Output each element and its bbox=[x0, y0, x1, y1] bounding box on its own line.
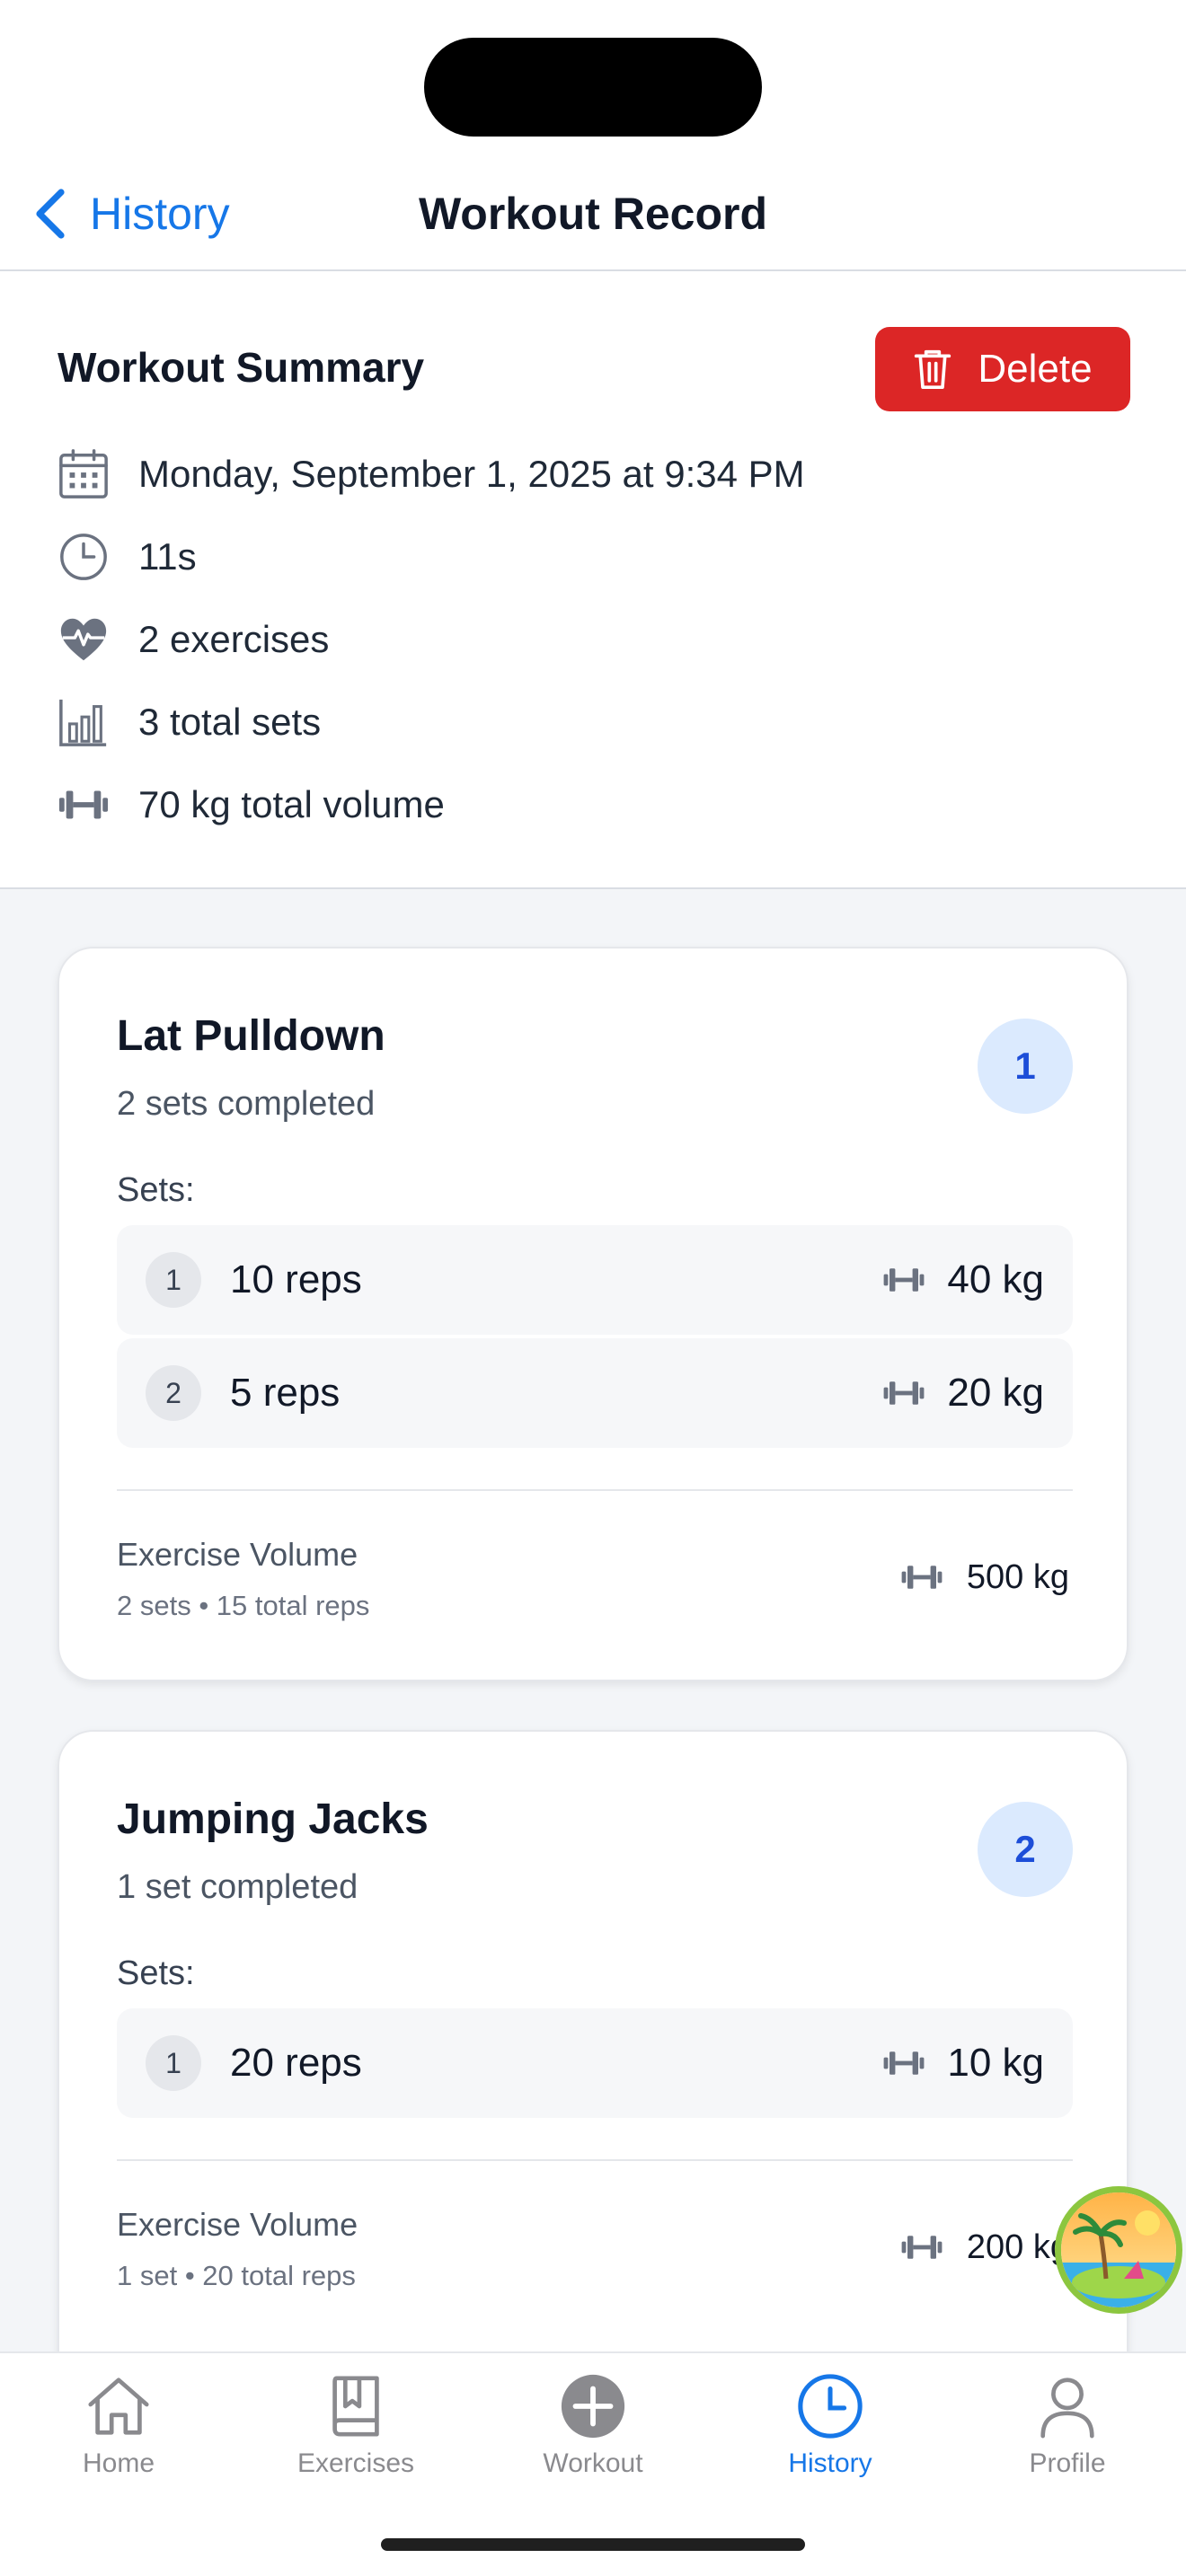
exercise-card[interactable]: Jumping Jacks 1 set completed 2 Sets: 1 … bbox=[58, 1730, 1128, 2351]
set-weight: 20 kg bbox=[882, 1338, 1044, 1448]
set-weight-value: 40 kg bbox=[947, 1257, 1044, 1301]
person-icon bbox=[1040, 2378, 1094, 2439]
dumbbell-icon bbox=[901, 2236, 943, 2259]
summary-volume-row: 70 kg total volume bbox=[58, 778, 445, 832]
tab-label: Home bbox=[82, 2448, 155, 2478]
set-weight-value: 10 kg bbox=[947, 2041, 1044, 2085]
summary-exercises-row: 2 exercises bbox=[58, 613, 329, 666]
exercise-volume-label: Exercise Volume bbox=[117, 1536, 358, 1573]
exercise-card[interactable]: Lat Pulldown 2 sets completed 1 Sets: 1 … bbox=[58, 947, 1128, 1681]
house-icon bbox=[88, 2378, 149, 2435]
summary-total-sets: 3 total sets bbox=[138, 701, 322, 743]
set-row: 1 20 reps 10 kg bbox=[117, 2008, 1073, 2118]
dynamic-island bbox=[424, 38, 762, 137]
calendar-icon bbox=[59, 449, 108, 498]
summary-date: Monday, September 1, 2025 at 9:34 PM bbox=[138, 453, 805, 495]
summary-exercises: 2 exercises bbox=[138, 618, 330, 660]
book-icon bbox=[332, 2376, 379, 2437]
exercise-name: Jumping Jacks bbox=[117, 1795, 429, 1843]
summary-title: Workout Summary bbox=[58, 344, 425, 391]
set-reps: 20 reps bbox=[230, 2041, 362, 2085]
set-weight-value: 20 kg bbox=[947, 1371, 1044, 1415]
summary-duration-row: 11s bbox=[58, 530, 197, 584]
dumbbell-icon bbox=[901, 1566, 943, 1589]
set-weight: 40 kg bbox=[882, 1225, 1044, 1335]
tab-history[interactable]: History bbox=[722, 2371, 938, 2506]
set-number: 1 bbox=[146, 2035, 201, 2091]
status-bar bbox=[0, 0, 1186, 162]
exercise-name: Lat Pulldown bbox=[117, 1012, 385, 1060]
back-button-label: History bbox=[90, 189, 230, 239]
sets-label: Sets: bbox=[117, 1954, 195, 1992]
chevron-left-icon bbox=[36, 189, 65, 239]
set-reps: 5 reps bbox=[230, 1371, 341, 1415]
set-weight: 10 kg bbox=[882, 2008, 1044, 2118]
summary-total-volume: 70 kg total volume bbox=[138, 783, 445, 825]
exercise-volume-subtitle: 1 set • 20 total reps bbox=[117, 2260, 356, 2291]
back-button[interactable]: History bbox=[32, 181, 230, 246]
summary-date-row: Monday, September 1, 2025 at 9:34 PM bbox=[58, 447, 805, 501]
dumbbell-icon bbox=[883, 2051, 925, 2075]
clock-icon bbox=[60, 534, 107, 580]
divider bbox=[117, 1489, 1073, 1491]
exercise-index-badge: 1 bbox=[978, 1019, 1073, 1114]
tab-home[interactable]: Home bbox=[11, 2371, 226, 2506]
tab-workout[interactable]: Workout bbox=[485, 2371, 701, 2506]
exercise-volume-value: 500 kg bbox=[900, 1550, 1069, 1604]
plus-circle-icon bbox=[561, 2374, 625, 2439]
tab-label: Profile bbox=[1029, 2448, 1106, 2478]
tab-exercises[interactable]: Exercises bbox=[248, 2371, 464, 2506]
exercise-subtitle: 1 set completed bbox=[117, 1868, 358, 1906]
clock-icon bbox=[798, 2374, 863, 2439]
set-row: 1 10 reps 40 kg bbox=[117, 1225, 1073, 1335]
dumbbell-icon bbox=[58, 790, 109, 819]
floating-assistant-button[interactable] bbox=[1055, 2186, 1182, 2314]
navigation-bar: History Workout Record bbox=[0, 162, 1186, 271]
beach-palm-icon bbox=[1061, 2192, 1176, 2307]
tab-label: Workout bbox=[543, 2448, 643, 2478]
exercise-subtitle: 2 sets completed bbox=[117, 1085, 376, 1123]
delete-button[interactable]: Delete bbox=[875, 327, 1130, 411]
tab-label: Exercises bbox=[296, 2448, 415, 2478]
exercise-volume-amount: 200 kg bbox=[966, 2228, 1069, 2266]
tab-profile[interactable]: Profile bbox=[960, 2371, 1175, 2506]
exercise-volume-value: 200 kg bbox=[900, 2220, 1069, 2274]
exercise-index-badge: 2 bbox=[978, 1802, 1073, 1897]
exercise-list[interactable]: Lat Pulldown 2 sets completed 1 Sets: 1 … bbox=[0, 889, 1186, 2351]
heart-pulse-icon bbox=[60, 618, 107, 661]
home-indicator bbox=[381, 2538, 805, 2551]
set-number: 2 bbox=[146, 1365, 201, 1421]
dumbbell-icon bbox=[883, 1268, 925, 1292]
workout-summary-section: Workout Summary Delete Monday, September… bbox=[0, 271, 1186, 889]
divider bbox=[117, 2159, 1073, 2161]
summary-sets-row: 3 total sets bbox=[58, 695, 321, 749]
sets-label: Sets: bbox=[117, 1171, 195, 1209]
set-number: 1 bbox=[146, 1252, 201, 1308]
dumbbell-icon bbox=[883, 1381, 925, 1405]
exercise-volume-label: Exercise Volume bbox=[117, 2206, 358, 2243]
tab-label: History bbox=[788, 2448, 872, 2478]
set-reps: 10 reps bbox=[230, 1257, 362, 1301]
exercise-volume-amount: 500 kg bbox=[966, 1557, 1069, 1596]
set-row: 2 5 reps 20 kg bbox=[117, 1338, 1073, 1448]
summary-duration: 11s bbox=[138, 535, 197, 578]
delete-button-label: Delete bbox=[978, 347, 1093, 391]
bar-chart-icon bbox=[59, 699, 107, 746]
exercise-volume-subtitle: 2 sets • 15 total reps bbox=[117, 1590, 370, 1621]
trash-icon bbox=[915, 349, 951, 389]
